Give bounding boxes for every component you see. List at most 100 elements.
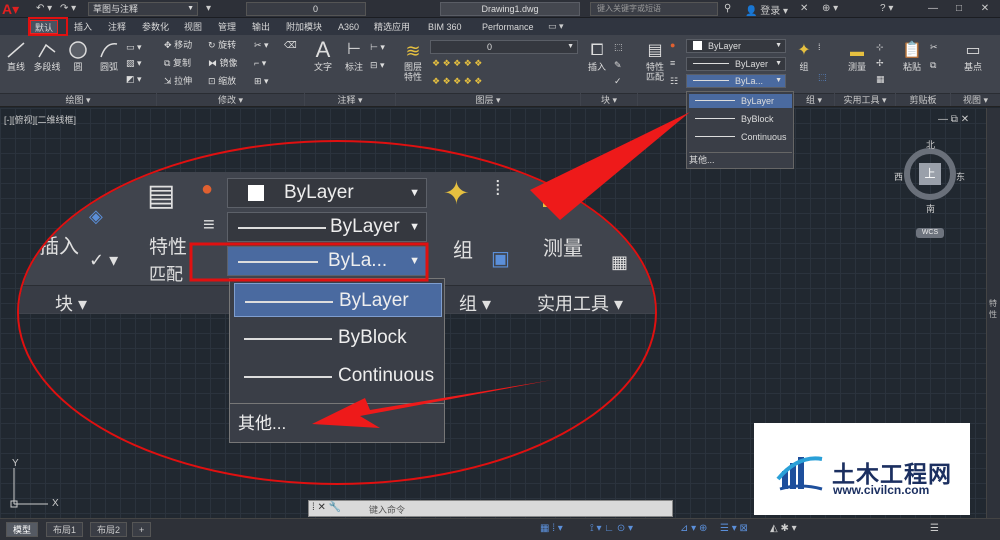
copy-clip-icon[interactable]: ⧉ xyxy=(930,60,936,71)
linetype-icon[interactable]: ≡ xyxy=(670,58,675,69)
panel-footer-properties[interactable] xyxy=(638,93,686,106)
a360-icon[interactable]: ⊕ ▾ xyxy=(822,2,838,16)
annotation-scale-icon[interactable]: ◭ ✱ ▾ xyxy=(770,523,797,534)
dropdown-item-bylayer[interactable]: ByLayer xyxy=(689,94,792,108)
help-icon[interactable]: ? ▾ xyxy=(880,2,893,16)
close-icon[interactable]: ✕ xyxy=(972,0,998,18)
binoculars-icon[interactable]: ⚲ xyxy=(724,2,731,16)
tab-addins[interactable]: 附加模块 xyxy=(282,20,326,34)
add-layout-icon[interactable]: + xyxy=(132,522,152,537)
compass-west[interactable]: 西 xyxy=(894,170,903,183)
panel-footer-block[interactable]: 块 ▾ xyxy=(581,93,637,106)
panel-footer-groups[interactable]: 组 ▾ xyxy=(794,93,834,106)
scale-button[interactable]: ⊡ 缩放 xyxy=(208,76,236,87)
array-icon[interactable]: ⊞ ▾ xyxy=(254,76,269,87)
panel-footer-clipboard[interactable]: 剪贴板 xyxy=(896,93,950,106)
erase-icon[interactable]: ⌫ xyxy=(284,40,297,51)
ribbon-toggle-icon[interactable]: ▭ ▾ xyxy=(548,21,564,32)
group-select-icon[interactable]: ⬚ xyxy=(818,72,827,83)
tab-parametric[interactable]: 参数化 xyxy=(138,20,173,34)
panel-footer-modify[interactable]: 修改 ▾ xyxy=(157,93,304,106)
snap-icon[interactable]: ⟟ ▾ ∟ ⊙ ▾ xyxy=(590,523,633,534)
match-properties-button[interactable]: ▤ 特性 匹配 xyxy=(642,40,668,82)
measure-button[interactable]: ▬ 测量 xyxy=(842,40,872,72)
autocad-logo-icon[interactable]: A▾ xyxy=(2,1,28,17)
viewport-controls-label[interactable]: [-][俯视][二维线框] xyxy=(4,113,76,126)
insert-button[interactable]: ⧠ 插入 xyxy=(584,40,610,72)
circle-button[interactable]: 圆 xyxy=(66,40,90,72)
viewcube-top-face[interactable]: 上 xyxy=(919,163,941,185)
cut-icon[interactable]: ✂ xyxy=(930,42,938,53)
tab-bim360[interactable]: BIM 360 xyxy=(424,20,466,34)
minimize-icon[interactable]: — xyxy=(920,0,946,18)
command-close-icon[interactable]: ⁞ ✕ 🔧 xyxy=(312,502,341,513)
tab-view[interactable]: 视图 xyxy=(180,20,206,34)
polyline-button[interactable]: 多段线 xyxy=(30,40,64,72)
search-input[interactable]: 键入关键字或短语 xyxy=(590,2,718,16)
trim-icon[interactable]: ✂ ▾ xyxy=(254,40,269,51)
command-input[interactable]: 键入命令 xyxy=(369,503,405,516)
compass-south[interactable]: 南 xyxy=(926,202,935,215)
tab-layout2[interactable]: 布局2 xyxy=(90,522,128,537)
copy-button[interactable]: ⧉ 复制 xyxy=(164,58,191,69)
hatch-icon[interactable]: ▨ ▾ xyxy=(126,58,142,69)
arc-button[interactable]: 圆弧 xyxy=(96,40,122,72)
tab-output[interactable]: 输出 xyxy=(248,20,274,34)
tab-performance[interactable]: Performance xyxy=(478,20,538,34)
dimension-button[interactable]: ⊢ 标注 xyxy=(340,38,368,72)
base-button[interactable]: ▭ 基点 xyxy=(958,40,988,72)
command-line[interactable]: ⁞ ✕ 🔧 键入命令 xyxy=(308,500,673,517)
paste-button[interactable]: 📋 粘贴 xyxy=(898,40,926,72)
tab-a360[interactable]: A360 xyxy=(334,20,363,34)
lineweight-combo[interactable]: ByLa... ▼ xyxy=(686,74,786,88)
dropdown-item-continuous[interactable]: Continuous xyxy=(689,130,792,144)
viewcube[interactable]: 上 北 南 东 西 WCS xyxy=(894,138,965,238)
viewport-window-controls[interactable]: — ⧉ ✕ xyxy=(938,114,969,125)
gradient-icon[interactable]: ◩ ▾ xyxy=(126,74,142,85)
compass-north[interactable]: 北 xyxy=(926,138,935,151)
group-button[interactable]: ✦ 组 xyxy=(794,40,814,72)
layer-quick-combo[interactable]: 0 xyxy=(246,2,366,16)
tab-manage[interactable]: 管理 xyxy=(214,20,240,34)
panel-footer-utilities[interactable]: 实用工具 ▾ xyxy=(835,93,895,106)
ungroup-icon[interactable]: ⁞ xyxy=(818,42,821,53)
tab-annotate[interactable]: 注释 xyxy=(104,20,130,34)
layer-properties-button[interactable]: ≋ 图层 特性 xyxy=(400,40,426,82)
line-button[interactable]: 直线 xyxy=(4,40,28,72)
undo-icon[interactable]: ↶ ▾ xyxy=(36,2,52,16)
block-attr-icon[interactable]: ✓ xyxy=(614,76,622,87)
tab-default[interactable]: 默认 xyxy=(30,20,59,34)
lineweight-display-icon[interactable]: ☰ ▾ ⊠ xyxy=(720,523,748,534)
wcs-menu[interactable]: WCS xyxy=(916,228,944,238)
panel-footer-layers[interactable]: 图层 ▾ xyxy=(396,93,580,106)
tab-model[interactable]: 模型 xyxy=(6,522,39,537)
compass-east[interactable]: 东 xyxy=(956,170,965,183)
layer-tool-icons[interactable]: ❖ ❖ ❖ ❖ ❖ xyxy=(432,76,482,87)
stretch-button[interactable]: ⇲ 拉伸 xyxy=(164,76,192,87)
mirror-button[interactable]: ⧓ 镜像 xyxy=(208,58,238,69)
fillet-icon[interactable]: ⌐ ▾ xyxy=(254,58,266,69)
edit-block-icon[interactable]: ✎ xyxy=(614,60,622,71)
tab-featured-apps[interactable]: 精选应用 xyxy=(370,20,414,34)
quick-access-more-icon[interactable]: ▾ xyxy=(206,2,211,16)
table-icon[interactable]: ⊟ ▾ xyxy=(370,60,385,71)
login-button[interactable]: 👤 登录 ▾ xyxy=(745,2,788,17)
workspace-selector[interactable]: 草图与注释 ▼ xyxy=(88,2,198,16)
dropdown-item-byblock[interactable]: ByBlock xyxy=(689,112,792,126)
panel-footer-annotation[interactable]: 注释 ▾ xyxy=(305,93,395,106)
draw-more-icon[interactable]: ▭ ▾ xyxy=(126,42,142,53)
panel-footer-view[interactable]: 视图 ▾ xyxy=(951,93,1000,106)
tab-layout1[interactable]: 布局1 xyxy=(46,522,84,537)
redo-icon[interactable]: ↷ ▾ xyxy=(60,2,76,16)
properties-side-palette[interactable]: 特性 xyxy=(986,108,1000,518)
tab-insert[interactable]: 插入 xyxy=(70,20,96,34)
calculator-icon[interactable]: ▦ xyxy=(876,74,885,85)
customize-icon[interactable]: ☰ xyxy=(930,523,939,534)
grid-icon[interactable]: ▦ ⁞ ▾ xyxy=(540,523,563,534)
layer-state-icons[interactable]: ❖ ❖ ❖ ❖ ❖ xyxy=(432,58,482,69)
move-button[interactable]: ✥ 移动 xyxy=(164,40,192,51)
panel-footer-draw[interactable]: 绘图 ▾ xyxy=(0,93,156,106)
linetype-combo[interactable]: ByLayer ▼ xyxy=(686,57,786,71)
exchange-icon[interactable]: ✕ xyxy=(800,2,808,16)
leader-icon[interactable]: ⊢ ▾ xyxy=(370,42,385,53)
